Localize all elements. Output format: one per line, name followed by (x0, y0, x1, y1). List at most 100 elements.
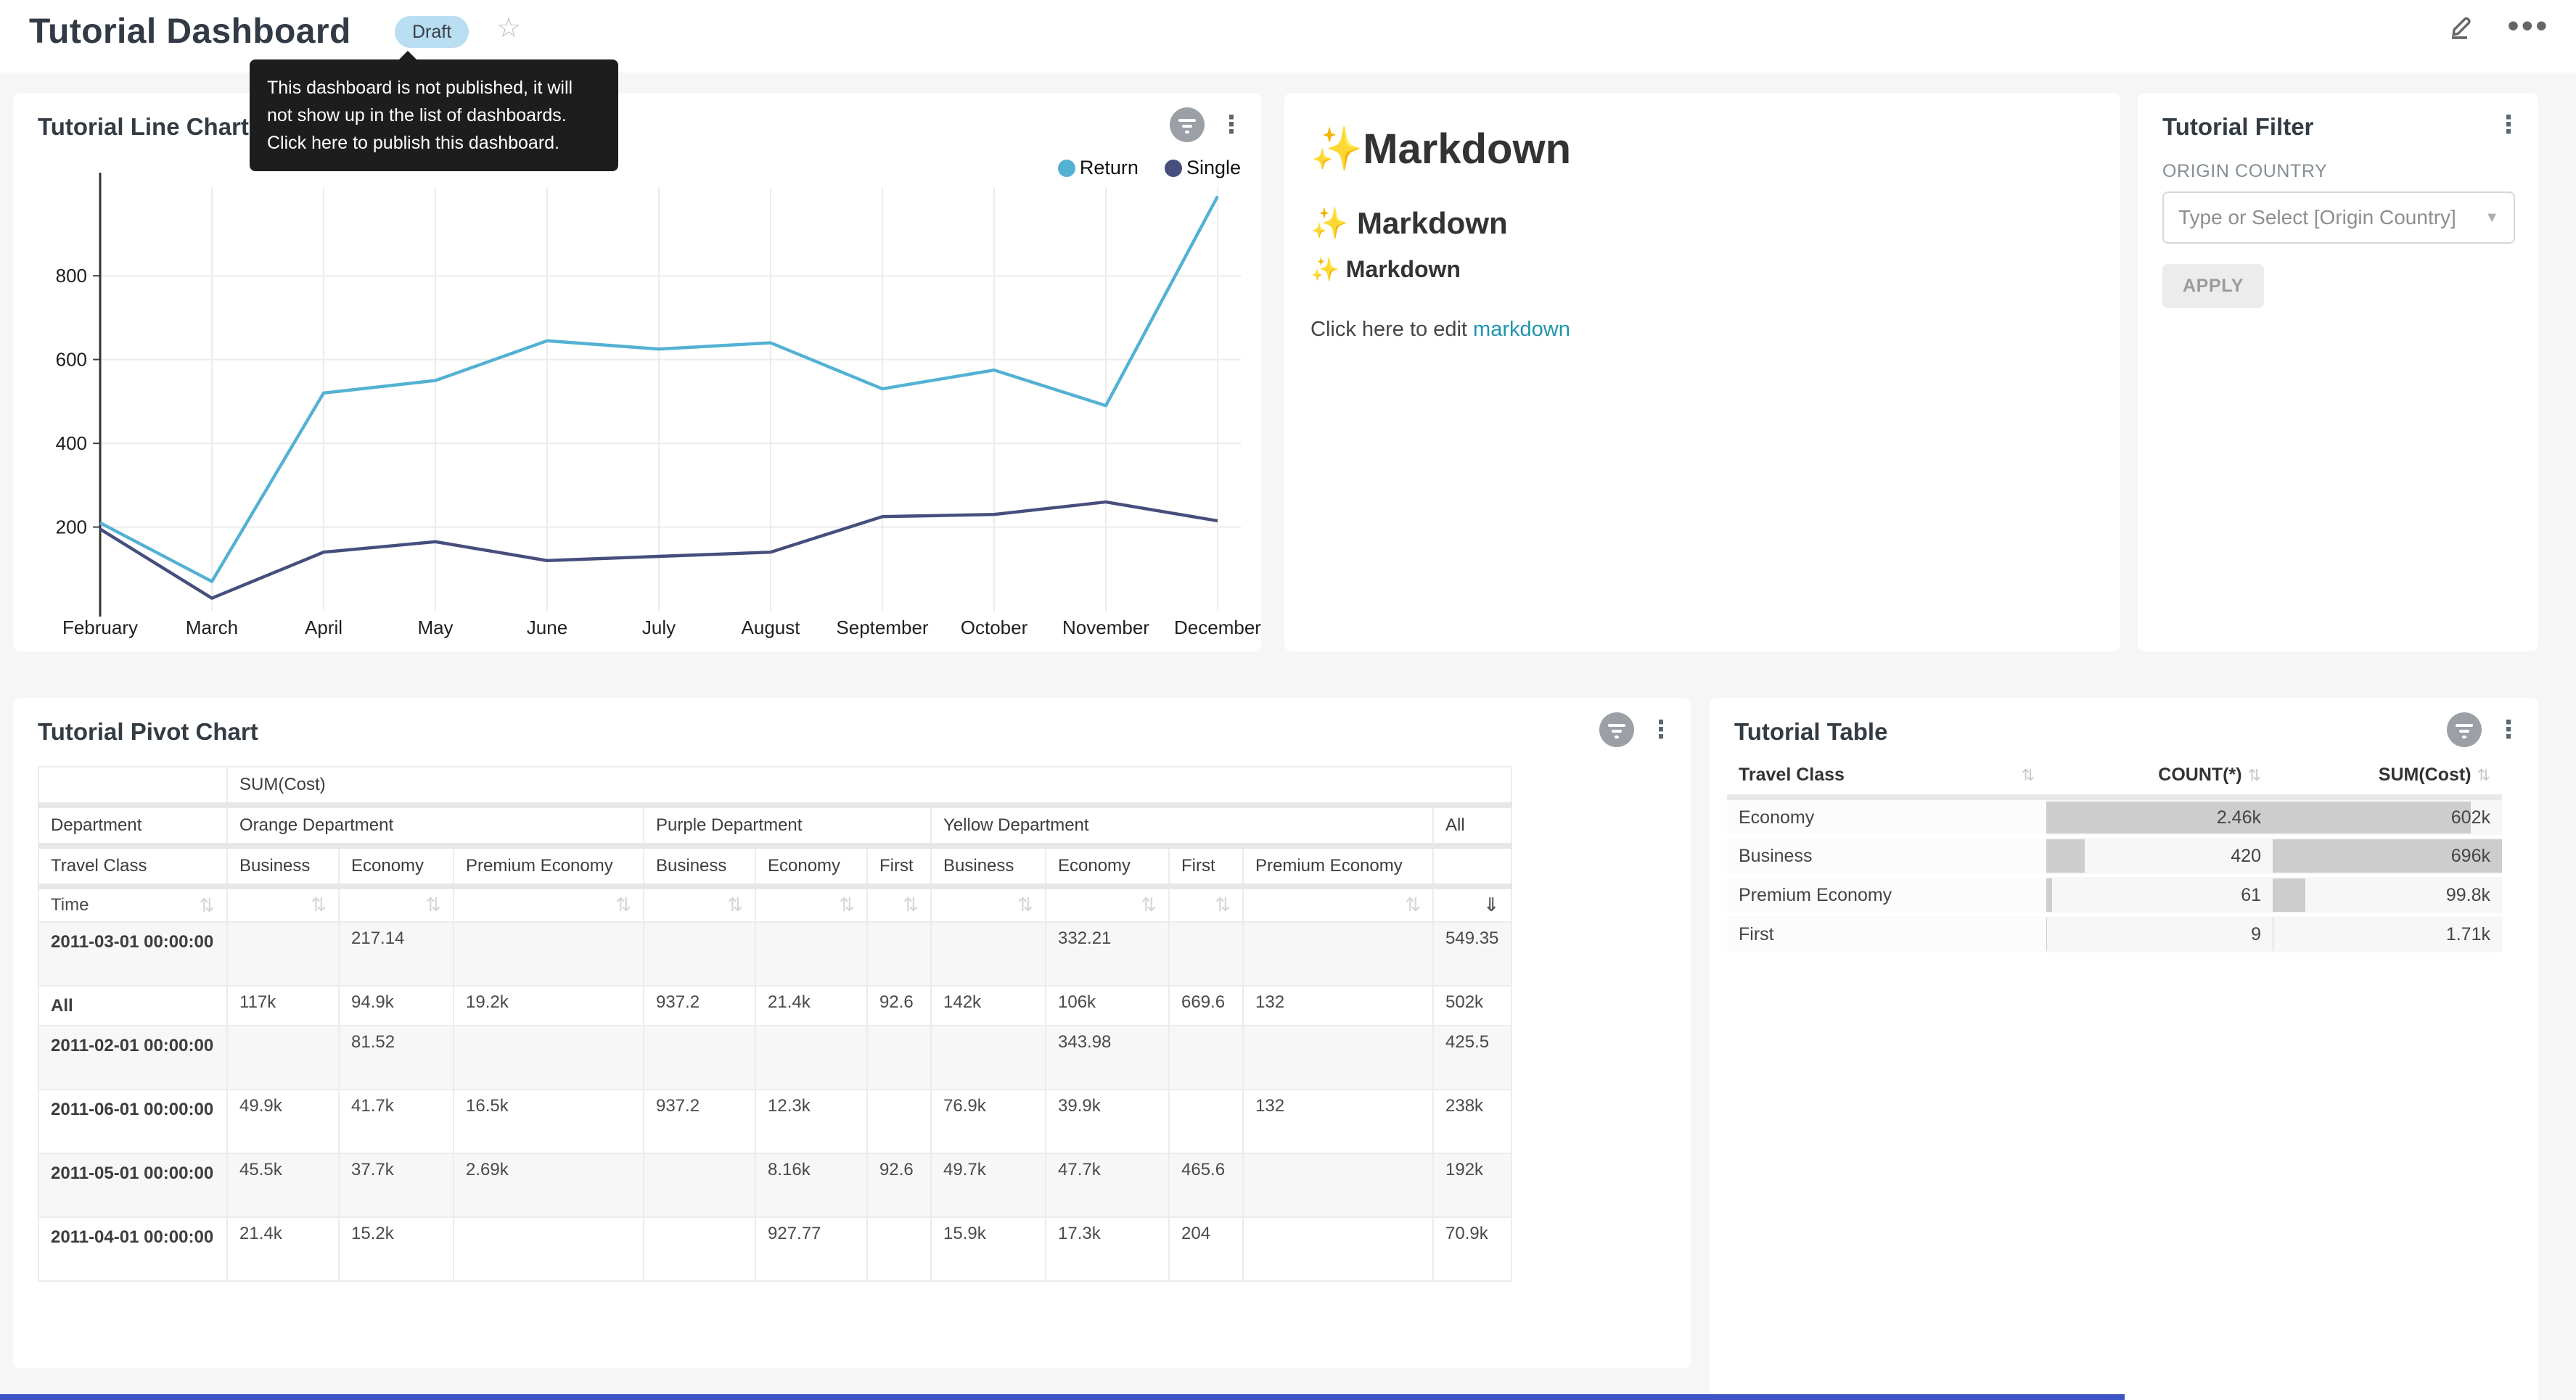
pivot-value-cell[interactable]: 343.98 (1046, 1026, 1169, 1090)
pivot-value-cell[interactable]: 937.2 (644, 986, 755, 1026)
draft-badge[interactable]: Draft (395, 16, 469, 48)
pivot-value-cell[interactable]: 2.69k (454, 1153, 644, 1217)
filter-menu-icon[interactable]: ⋮ (2496, 107, 2521, 142)
table-row[interactable]: Premium Economy6199.8k (1727, 876, 2502, 915)
sort-icon-active[interactable]: ⇓ (1483, 895, 1499, 914)
pivot-value-cell[interactable] (931, 922, 1046, 986)
pivot-value-cell[interactable]: 19.2k (454, 986, 644, 1026)
pivot-value-cell[interactable]: 927.77 (755, 1217, 867, 1281)
pivot-value-cell[interactable] (755, 922, 867, 986)
pivot-value-cell[interactable] (1169, 1026, 1243, 1090)
pivot-value-cell[interactable] (1169, 922, 1243, 986)
sort-icon[interactable]: ⇅ (839, 895, 855, 914)
pivot-value-cell[interactable]: 669.6 (1169, 986, 1243, 1026)
pivot-value-cell[interactable]: 502k (1433, 986, 1511, 1026)
sort-caret-icon[interactable]: ⇅ (2477, 766, 2490, 785)
pivot-value-cell[interactable]: 76.9k (931, 1090, 1046, 1153)
table-column-header[interactable]: COUNT(*)⇅ (2046, 756, 2273, 797)
pivot-value-cell[interactable]: 142k (931, 986, 1046, 1026)
pivot-value-cell[interactable]: 37.7k (339, 1153, 454, 1217)
pivot-value-cell[interactable]: 21.4k (227, 1217, 339, 1281)
sort-caret-icon[interactable]: ⇅ (2248, 766, 2261, 785)
pivot-value-cell[interactable] (454, 1217, 644, 1281)
pivot-value-cell[interactable]: 92.6 (867, 1153, 931, 1217)
pivot-value-cell[interactable]: 70.9k (1433, 1217, 1511, 1281)
table-menu-icon[interactable]: ⋮ (2496, 712, 2521, 747)
pivot-value-cell[interactable]: 332.21 (1046, 922, 1169, 986)
pivot-value-cell[interactable] (227, 922, 339, 986)
pivot-value-cell[interactable]: 47.7k (1046, 1153, 1169, 1217)
favorite-star-icon[interactable]: ☆ (496, 12, 521, 44)
pivot-value-cell[interactable] (1243, 922, 1433, 986)
pivot-value-cell[interactable]: 106k (1046, 986, 1169, 1026)
pivot-value-cell[interactable]: 92.6 (867, 986, 931, 1026)
sort-icon[interactable]: ⇅ (311, 895, 327, 914)
pivot-value-cell[interactable]: 117k (227, 986, 339, 1026)
pivot-value-cell[interactable]: 549.35 (1433, 922, 1511, 986)
pivot-value-cell[interactable] (454, 1026, 644, 1090)
pivot-value-cell[interactable] (644, 1217, 755, 1281)
sort-icon[interactable]: ⇅ (1405, 895, 1421, 914)
pivot-value-cell[interactable]: 8.16k (755, 1153, 867, 1217)
pivot-value-cell[interactable] (644, 922, 755, 986)
line-chart-plot[interactable]: 200400600800FebruaryMarchAprilMayJuneJul… (13, 93, 1261, 651)
pivot-value-cell[interactable]: 132 (1243, 1090, 1433, 1153)
origin-country-select[interactable]: Type or Select [Origin Country] ▼ (2162, 192, 2515, 244)
pivot-value-cell[interactable]: 16.5k (454, 1090, 644, 1153)
pivot-value-cell[interactable] (755, 1026, 867, 1090)
sort-icon[interactable]: ⇅ (1141, 895, 1157, 914)
table-column-header[interactable]: Travel Class⇅ (1727, 756, 2046, 797)
pivot-value-cell[interactable]: 15.9k (931, 1217, 1046, 1281)
edit-markdown-link[interactable]: markdown (1473, 318, 1570, 341)
pivot-value-cell[interactable]: 17.3k (1046, 1217, 1169, 1281)
pivot-value-cell[interactable] (867, 1026, 931, 1090)
pivot-value-cell[interactable] (867, 1217, 931, 1281)
horizontal-scrollbar-thumb[interactable] (0, 1394, 2125, 1400)
pivot-value-cell[interactable]: 49.9k (227, 1090, 339, 1153)
sort-icon[interactable]: ⇅ (615, 895, 631, 914)
pivot-value-cell[interactable] (454, 922, 644, 986)
pivot-value-cell[interactable]: 15.2k (339, 1217, 454, 1281)
pivot-value-cell[interactable]: 41.7k (339, 1090, 454, 1153)
pivot-value-cell[interactable] (644, 1153, 755, 1217)
pivot-value-cell[interactable] (867, 1090, 931, 1153)
table-column-header[interactable]: SUM(Cost)⇅ (2273, 756, 2502, 797)
pivot-value-cell[interactable] (644, 1026, 755, 1090)
pivot-value-cell[interactable]: 12.3k (755, 1090, 867, 1153)
pivot-value-cell[interactable]: 94.9k (339, 986, 454, 1026)
pivot-value-cell[interactable]: 21.4k (755, 986, 867, 1026)
sort-icon[interactable]: ⇅ (903, 895, 919, 914)
pivot-value-cell[interactable] (931, 1026, 1046, 1090)
pivot-value-cell[interactable]: 45.5k (227, 1153, 339, 1217)
sort-icon[interactable]: ⇅ (1017, 895, 1033, 914)
sort-icon[interactable]: ⇅ (727, 895, 743, 914)
pivot-value-cell[interactable]: 238k (1433, 1090, 1511, 1153)
sort-icon[interactable]: ⇅ (1215, 895, 1231, 914)
table-row[interactable]: Business420696k (1727, 836, 2502, 876)
pivot-value-cell[interactable] (1169, 1090, 1243, 1153)
pivot-value-cell[interactable]: 217.14 (339, 922, 454, 986)
pivot-value-cell[interactable]: 425.5 (1433, 1026, 1511, 1090)
edit-pencil-icon[interactable] (2447, 12, 2476, 41)
pivot-value-cell[interactable] (227, 1026, 339, 1090)
pivot-value-cell[interactable]: 132 (1243, 986, 1433, 1026)
pivot-value-cell[interactable]: 49.7k (931, 1153, 1046, 1217)
cross-filter-icon[interactable] (1599, 712, 1634, 747)
pivot-value-cell[interactable] (1243, 1217, 1433, 1281)
pivot-value-cell[interactable] (1243, 1153, 1433, 1217)
pivot-menu-icon[interactable]: ⋮ (1649, 712, 1673, 747)
table-row[interactable]: First91.71k (1727, 915, 2502, 954)
pivot-value-cell[interactable]: 39.9k (1046, 1090, 1169, 1153)
more-options-icon[interactable]: ••• (2508, 16, 2550, 36)
pivot-value-cell[interactable]: 465.6 (1169, 1153, 1243, 1217)
pivot-value-cell[interactable] (1243, 1026, 1433, 1090)
sort-icon[interactable]: ⇅ (425, 895, 441, 914)
sort-caret-icon[interactable]: ⇅ (2022, 766, 2035, 785)
pivot-value-cell[interactable] (867, 922, 931, 986)
table-row[interactable]: Economy2.46k602k (1727, 797, 2502, 836)
cross-filter-icon[interactable] (2447, 712, 2482, 747)
pivot-value-cell[interactable]: 937.2 (644, 1090, 755, 1153)
pivot-value-cell[interactable]: 204 (1169, 1217, 1243, 1281)
pivot-value-cell[interactable]: 81.52 (339, 1026, 454, 1090)
pivot-value-cell[interactable]: 192k (1433, 1153, 1511, 1217)
